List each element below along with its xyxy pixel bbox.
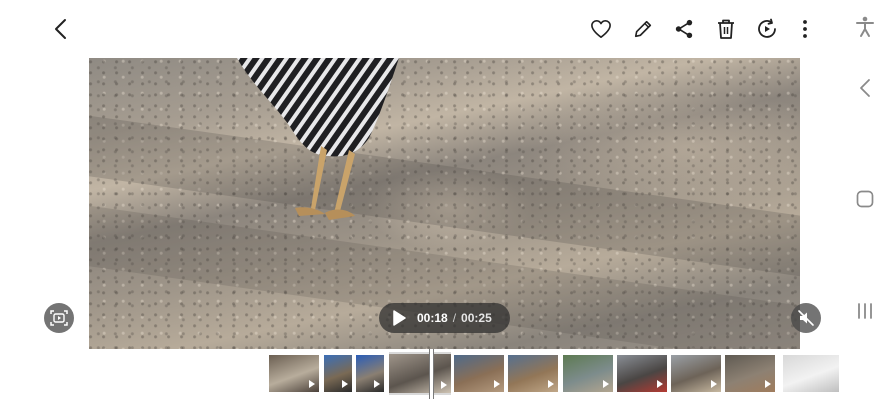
filmstrip-thumbnail[interactable]	[508, 355, 558, 392]
edit-button[interactable]	[628, 14, 658, 44]
delete-button[interactable]	[711, 14, 741, 44]
total-time: 00:25	[461, 311, 492, 325]
system-back-button[interactable]	[852, 75, 878, 101]
system-nav-bar	[842, 0, 889, 400]
share-icon	[675, 19, 693, 39]
share-button[interactable]	[669, 14, 699, 44]
trash-icon	[718, 19, 734, 39]
more-options-button[interactable]	[791, 14, 819, 44]
play-icon	[393, 310, 406, 326]
video-badge-icon	[657, 380, 663, 388]
playhead[interactable]	[429, 349, 434, 399]
accessibility-button[interactable]	[852, 14, 878, 40]
heart-icon	[591, 20, 611, 38]
home-icon	[856, 190, 874, 208]
filmstrip-thumbnail[interactable]	[671, 355, 721, 392]
capture-button[interactable]	[44, 303, 74, 333]
filmstrip-thumbnail[interactable]	[269, 355, 319, 392]
recents-icon	[858, 303, 872, 319]
video-badge-icon	[342, 380, 348, 388]
pencil-icon	[634, 20, 652, 38]
back-icon	[860, 79, 870, 97]
screen-capture-video-icon	[50, 310, 68, 326]
right-gutter	[800, 0, 842, 400]
video-badge-icon	[441, 381, 447, 389]
play-button[interactable]	[388, 307, 410, 329]
filmstrip-thumbnail[interactable]	[324, 355, 352, 392]
remaster-button[interactable]	[752, 14, 782, 44]
left-gutter	[0, 0, 89, 400]
filmstrip-thumbnail[interactable]	[725, 355, 775, 392]
filmstrip-thumbnail[interactable]	[783, 355, 839, 392]
time-separator: /	[452, 311, 457, 325]
favorite-button[interactable]	[586, 14, 616, 44]
recents-button[interactable]	[852, 298, 878, 324]
remaster-icon	[758, 18, 776, 38]
filmstrip-thumbnail[interactable]	[356, 355, 384, 392]
video-badge-icon	[374, 380, 380, 388]
playback-control: 00:18 / 00:25	[379, 303, 510, 333]
current-time: 00:18	[417, 311, 448, 325]
filmstrip-thumbnail[interactable]	[454, 355, 504, 392]
home-button[interactable]	[852, 186, 878, 212]
video-badge-icon	[548, 380, 554, 388]
mute-icon	[798, 310, 814, 326]
video-badge-icon	[309, 380, 315, 388]
chevron-left-icon	[55, 19, 66, 39]
video-badge-icon	[765, 380, 771, 388]
back-button[interactable]	[46, 14, 76, 44]
video-badge-icon	[603, 380, 609, 388]
filmstrip-thumbnail[interactable]	[563, 355, 613, 392]
filmstrip-thumbnail[interactable]	[617, 355, 667, 392]
mute-button[interactable]	[791, 303, 821, 333]
video-badge-icon	[711, 380, 717, 388]
filmstrip-thumbnail[interactable]	[389, 352, 451, 395]
more-vertical-icon	[803, 20, 807, 38]
video-badge-icon	[494, 380, 500, 388]
accessibility-icon	[856, 16, 874, 37]
